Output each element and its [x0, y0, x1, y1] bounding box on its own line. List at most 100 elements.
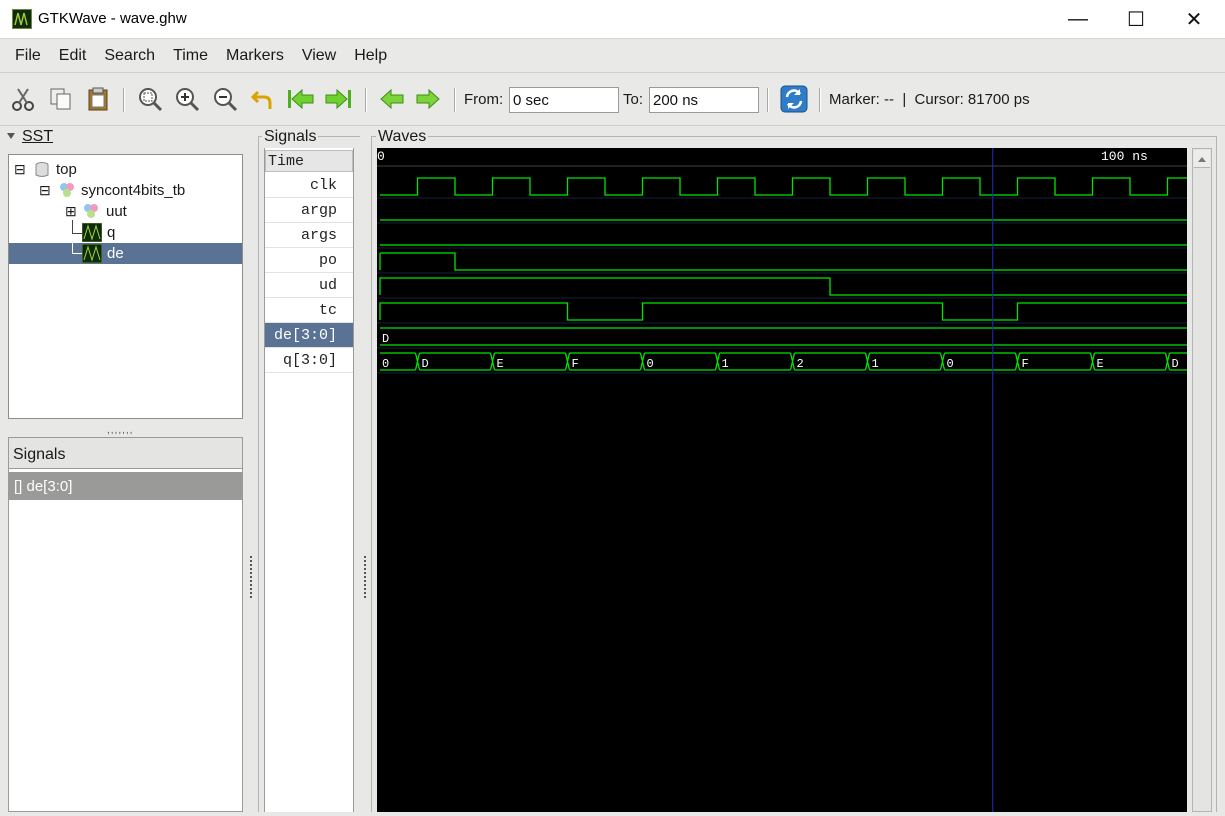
- previous-edge-icon[interactable]: [377, 84, 407, 114]
- menu-time[interactable]: Time: [164, 47, 217, 65]
- waveform-q-segment: [944, 352, 1016, 371]
- menu-search[interactable]: Search: [95, 47, 164, 65]
- toolbar-separator: [819, 88, 821, 112]
- next-edge-icon[interactable]: [413, 84, 443, 114]
- signals-list-header: Signals: [9, 438, 242, 469]
- tree-item-q[interactable]: q: [9, 220, 242, 243]
- reload-icon[interactable]: [779, 84, 809, 114]
- signal-name-de[interactable]: de[3:0]: [265, 323, 353, 348]
- close-button[interactable]: ✕: [1165, 0, 1223, 39]
- waveform-canvas[interactable]: 0 100 ns D 0 D E F 0 1 2 1 0 F E D: [377, 148, 1190, 812]
- undo-zoom-icon[interactable]: [248, 84, 278, 114]
- zoom-to-start-icon[interactable]: [286, 84, 316, 114]
- waveform-q-value-label: F: [1022, 357, 1029, 371]
- waveform-q-segment: [1019, 352, 1091, 371]
- waveform-q-transition: [1089, 352, 1096, 371]
- signal-icon: [81, 243, 103, 267]
- from-time-input[interactable]: [509, 87, 619, 113]
- menu-file[interactable]: File: [6, 47, 50, 65]
- menu-view[interactable]: View: [293, 47, 345, 65]
- expand-icon[interactable]: ⊞: [65, 203, 77, 220]
- waveform-q-segment: [794, 352, 866, 371]
- sst-collapse-arrow[interactable]: [6, 128, 16, 145]
- waveform-q-transition: [1014, 352, 1021, 371]
- waveform-q-transition: [864, 352, 871, 371]
- tree-line: [72, 241, 73, 253]
- zoom-in-icon[interactable]: [172, 84, 202, 114]
- toolbar-separator: [767, 88, 769, 112]
- time-header: Time: [265, 150, 353, 172]
- zoom-to-end-icon[interactable]: [323, 84, 353, 114]
- collapse-icon[interactable]: ⊟: [39, 182, 51, 199]
- tree-label: q: [107, 224, 116, 241]
- waveform-q-value-label: E: [1097, 357, 1104, 371]
- signal-name-ud[interactable]: ud: [265, 273, 353, 298]
- pane-resize-handle[interactable]: [364, 556, 369, 598]
- waveform-q-transition: [1164, 352, 1171, 371]
- signal-name-args[interactable]: args: [265, 223, 353, 248]
- toolbar-separator: [123, 88, 125, 112]
- waveform-q-segment: [419, 352, 491, 371]
- waveform-tc: [379, 302, 1190, 321]
- signal-name-q[interactable]: q[3:0]: [265, 348, 353, 373]
- database-icon: [35, 162, 49, 182]
- maximize-button[interactable]: ☐: [1107, 0, 1165, 39]
- waveform-q-value-label: 0: [947, 357, 954, 371]
- sst-tree[interactable]: ⊟ top ⊟ syncont4bits_tb ⊞ uut q de: [8, 154, 243, 419]
- waveform-po: [380, 252, 1190, 271]
- waveform-svg[interactable]: 0 100 ns D 0 D E F 0 1 2 1 0 F E D: [377, 148, 1190, 812]
- signal-name-argp[interactable]: argp: [265, 198, 353, 223]
- tree-item-uut[interactable]: ⊞ uut: [9, 201, 242, 222]
- waveform-q-segment: [644, 352, 716, 371]
- toolbar-separator: [365, 88, 367, 112]
- waveform-q-value-label: 1: [722, 357, 729, 371]
- pane-splitter-grip[interactable]: ,,,,,,,: [107, 425, 133, 436]
- signal-name-po[interactable]: po: [265, 248, 353, 273]
- waveform-q-segment: [1094, 352, 1166, 371]
- waveform-q-transition: [714, 352, 721, 371]
- tree-label: de: [107, 245, 124, 262]
- paste-icon[interactable]: [83, 84, 113, 114]
- waveform-ud: [379, 277, 1190, 296]
- copy-icon[interactable]: [46, 84, 76, 114]
- title-bar: GTKWave - wave.ghw — ☐ ✕: [0, 0, 1225, 39]
- waveform-q-value-label: D: [1172, 357, 1179, 371]
- waveform-q-value-label: E: [497, 357, 504, 371]
- zoom-fit-icon[interactable]: [135, 84, 165, 114]
- time-ruler-label-start: 0: [377, 149, 385, 164]
- signals-column-title: Signals: [262, 128, 319, 146]
- waveform-q-value-label: 0: [647, 357, 654, 371]
- signal-name-clk[interactable]: clk: [265, 173, 353, 198]
- waveform-de-segment: [380, 327, 1190, 346]
- menu-help[interactable]: Help: [345, 47, 396, 65]
- waveform-q-segment: [494, 352, 566, 371]
- menu-markers[interactable]: Markers: [217, 47, 293, 65]
- menu-bar: File Edit Search Time Markers View Help: [0, 40, 1225, 73]
- signals-list-item[interactable]: [] de[3:0]: [9, 472, 242, 500]
- cut-icon[interactable]: [8, 84, 38, 114]
- waveform-q-transition: [789, 352, 796, 371]
- to-time-input[interactable]: [649, 87, 759, 113]
- zoom-out-icon[interactable]: [210, 84, 240, 114]
- waveform-q-segment: [869, 352, 941, 371]
- tree-item-top[interactable]: ⊟ top: [9, 159, 242, 180]
- vertical-scrollbar[interactable]: [1192, 148, 1212, 812]
- scroll-up-arrow[interactable]: [1194, 150, 1210, 168]
- waveform-q-transition: [414, 352, 421, 371]
- signal-name-tc[interactable]: tc: [265, 298, 353, 323]
- window-title: GTKWave - wave.ghw: [38, 10, 187, 27]
- signals-list-panel: Signals [] de[3:0]: [8, 437, 243, 812]
- tree-item-de[interactable]: de: [9, 241, 242, 267]
- sst-title: SST: [22, 128, 54, 145]
- tree-label: top: [56, 161, 77, 178]
- waveform-q-value-label: D: [422, 357, 429, 371]
- menu-edit[interactable]: Edit: [50, 47, 96, 65]
- waveform-q-transition: [639, 352, 646, 371]
- minimize-button[interactable]: —: [1049, 0, 1107, 39]
- tree-item-syncont4bits-tb[interactable]: ⊟ syncont4bits_tb: [9, 180, 242, 201]
- waveform-q-transition: [564, 352, 571, 371]
- collapse-icon[interactable]: ⊟: [14, 161, 26, 178]
- pane-resize-handle[interactable]: [250, 556, 255, 598]
- waveform-q-value-label: F: [572, 357, 579, 371]
- waveform-q-value-label: 2: [797, 357, 804, 371]
